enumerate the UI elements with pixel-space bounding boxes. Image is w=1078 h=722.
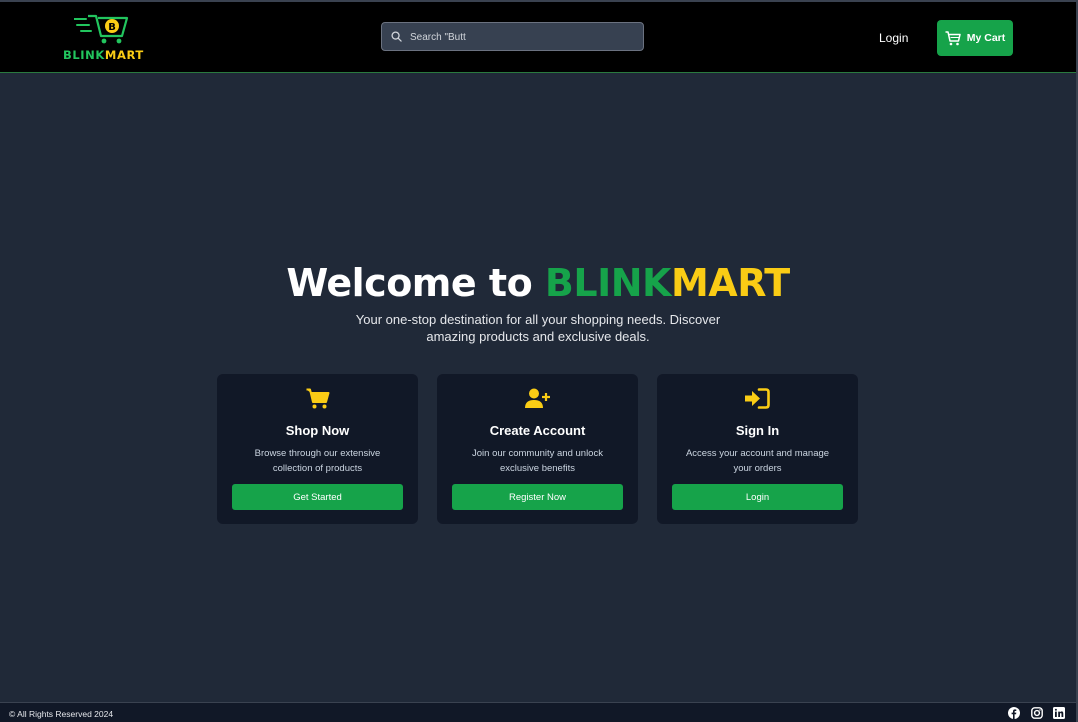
register-now-button[interactable]: Register Now xyxy=(452,484,623,510)
facebook-icon[interactable] xyxy=(1008,707,1020,719)
copyright-text: © All Rights Reserved 2024 xyxy=(9,709,114,719)
logo-wordmark-blink: BLINK xyxy=(63,48,105,62)
logo-cart-icon: B xyxy=(74,14,129,44)
app-frame xyxy=(0,0,1078,722)
login-link[interactable]: Login xyxy=(879,31,908,45)
top-navbar: B BLINKMART Login My Cart xyxy=(0,2,1076,73)
my-cart-label: My Cart xyxy=(966,32,1006,44)
hero-subtitle: Your one-stop destination for all your s… xyxy=(355,312,721,344)
instagram-icon[interactable] xyxy=(1031,707,1043,719)
linkedin-icon[interactable] xyxy=(1053,707,1065,719)
search-bar[interactable] xyxy=(381,22,644,51)
logo-badge-letter: B xyxy=(108,22,116,33)
hero-title-blink: BLINK xyxy=(544,261,672,305)
cart-icon xyxy=(945,30,961,45)
card-description: Browse through our extensive collection … xyxy=(254,448,381,474)
footer: © All Rights Reserved 2024 xyxy=(0,702,1076,722)
card-title: Shop Now xyxy=(285,423,350,438)
my-cart-button[interactable]: My Cart xyxy=(937,20,1013,56)
hero-title-mart: MART xyxy=(670,261,790,305)
card-sign-in: Sign In Access your account and manage y… xyxy=(657,374,858,524)
cart-icon xyxy=(306,388,329,409)
get-started-button[interactable]: Get Started xyxy=(232,484,403,510)
hero-title-prefix: Welcome to xyxy=(286,261,545,305)
sign-in-icon xyxy=(745,388,770,409)
login-button[interactable]: Login xyxy=(672,484,843,510)
blinkmart-logo[interactable]: B BLINKMART xyxy=(62,12,152,64)
search-input[interactable] xyxy=(410,27,636,47)
card-title: Create Account xyxy=(489,423,586,438)
logo-wordmark-mart: MART xyxy=(104,48,144,62)
hero-title: Welcome to BLINKMART xyxy=(0,261,1076,305)
card-description: Join our community and unlock exclusive … xyxy=(472,448,603,474)
card-create-account: Create Account Join our community and un… xyxy=(437,374,638,524)
card-shop-now: Shop Now Browse through our extensive co… xyxy=(217,374,418,524)
card-title: Sign In xyxy=(735,423,780,438)
card-description: Access your account and manage your orde… xyxy=(685,448,830,474)
search-icon xyxy=(391,31,402,42)
logo-wordmark: BLINKMART xyxy=(63,48,144,62)
user-plus-icon xyxy=(524,388,550,408)
